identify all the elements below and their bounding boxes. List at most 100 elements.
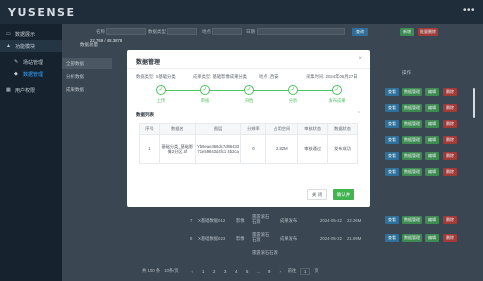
top-bar: YUSENSE ••• bbox=[0, 0, 483, 24]
tab-all-data[interactable]: 全部数据 bbox=[62, 58, 112, 69]
pager-goto-input[interactable]: 1 bbox=[300, 267, 311, 275]
info-date-label: 采集时间: bbox=[306, 74, 325, 79]
file-table: 序号 数据名 图层 分辨率 占用空间 审核状态 数据状态 1 基础分类_基础影像… bbox=[139, 123, 358, 164]
row-place: 雷霆滚石石渡 bbox=[252, 232, 270, 242]
page-ellipsis[interactable]: ... bbox=[255, 268, 262, 275]
data-manage-button[interactable]: 数据管理 bbox=[402, 104, 422, 112]
view-button[interactable]: 查看 bbox=[385, 88, 399, 96]
step-upload: ✓ 上传 bbox=[141, 85, 181, 104]
sidebar-item-permissions[interactable]: ▦ 用户权限 bbox=[0, 84, 62, 96]
app-logo: YUSENSE bbox=[8, 6, 76, 19]
confirm-button[interactable]: 确认并 bbox=[333, 189, 354, 200]
search-button[interactable]: 查询 bbox=[352, 28, 368, 36]
close-icon[interactable]: × bbox=[358, 56, 362, 62]
file-data-status: 发布成功 bbox=[327, 134, 358, 164]
monitor-icon: ▭ bbox=[6, 30, 11, 37]
edit-button[interactable]: 编辑 bbox=[425, 152, 439, 160]
step-archive: ✓ 归档 bbox=[229, 85, 269, 104]
view-button[interactable]: 查看 bbox=[385, 216, 399, 224]
chevron-up-icon[interactable]: ⌃ bbox=[357, 111, 361, 117]
pager-goto-label: 前往 bbox=[287, 268, 297, 273]
view-button[interactable]: 查看 bbox=[385, 136, 399, 144]
delete-button[interactable]: 删除 bbox=[443, 152, 457, 160]
info-place-label: 地点: bbox=[259, 74, 269, 79]
data-manage-button[interactable]: 数据管理 bbox=[402, 234, 422, 242]
row-index: 8 bbox=[190, 236, 193, 241]
view-button[interactable]: 查看 bbox=[385, 234, 399, 242]
batch-delete-button[interactable]: 批量删除 bbox=[418, 28, 438, 36]
col-header: 序号 bbox=[139, 123, 160, 135]
info-place-value: 西安 bbox=[270, 74, 279, 79]
delete-button[interactable]: 删除 bbox=[443, 136, 457, 144]
table-row: 雷霆滚石石渡 bbox=[162, 250, 483, 256]
info-product-type: 成果类型: 基础影像成果分类 bbox=[193, 74, 247, 80]
data-manage-button[interactable]: 数据管理 bbox=[402, 120, 422, 128]
delete-button[interactable]: 删除 bbox=[443, 168, 457, 176]
info-date-value: 2024年05月27日 bbox=[325, 74, 358, 79]
sidebar-item-label: 数据展示 bbox=[15, 31, 36, 38]
view-button[interactable]: 查看 bbox=[385, 168, 399, 176]
page-3[interactable]: 3 bbox=[222, 268, 229, 275]
info-type-value: X基础分类 bbox=[155, 74, 176, 79]
delete-button[interactable]: 删除 bbox=[443, 216, 457, 224]
sidebar-item-modules[interactable]: ▲ 功能模块 bbox=[0, 40, 62, 52]
edit-button[interactable]: 编辑 bbox=[425, 234, 439, 242]
filter-name-input[interactable] bbox=[106, 28, 146, 35]
row-type: 影像 bbox=[236, 236, 245, 241]
view-button[interactable]: 查看 bbox=[385, 104, 399, 112]
data-manage-button[interactable]: 数据管理 bbox=[402, 152, 422, 160]
row-size: 22.36M bbox=[347, 218, 362, 223]
page-2[interactable]: 2 bbox=[211, 268, 218, 275]
edit-button[interactable]: 编辑 bbox=[425, 168, 439, 176]
info-data-type: 数据类型: X基础分类 bbox=[136, 74, 176, 80]
filter-date-range[interactable] bbox=[257, 28, 345, 35]
row-date: 2024-05-22 bbox=[320, 218, 342, 223]
op-column-header: 操作 bbox=[402, 70, 411, 75]
row-size: 21.99M bbox=[347, 236, 362, 241]
data-manage-button[interactable]: 数据管理 bbox=[402, 216, 422, 224]
scrollbar[interactable] bbox=[473, 88, 475, 118]
row-name: X基础数据012 bbox=[198, 218, 226, 223]
col-header: 分辨率 bbox=[240, 123, 267, 135]
delete-button[interactable]: 删除 bbox=[443, 104, 457, 112]
data-manage-button[interactable]: 数据管理 bbox=[402, 88, 422, 96]
step-label: 上传 bbox=[156, 98, 166, 103]
more-menu-icon[interactable]: ••• bbox=[463, 5, 475, 16]
gear-icon: ✎ bbox=[14, 58, 19, 65]
file-resolution: 0 bbox=[240, 134, 267, 164]
view-button[interactable]: 查看 bbox=[385, 120, 399, 128]
edit-button[interactable]: 编辑 bbox=[425, 120, 439, 128]
sidebar-item-label: 场站管理 bbox=[23, 59, 44, 66]
prev-page-icon[interactable]: ‹ bbox=[189, 268, 196, 275]
stat-value: 22.769 / 48.3878 bbox=[90, 37, 123, 43]
col-header: 占用空间 bbox=[265, 123, 299, 135]
filter-type-select[interactable] bbox=[167, 28, 197, 35]
edit-button[interactable]: 编辑 bbox=[425, 136, 439, 144]
close-button[interactable]: 关 闭 bbox=[307, 189, 327, 200]
pager-goto-unit: 页 bbox=[314, 268, 319, 273]
sidebar-item-station[interactable]: ✎ 场站管理 bbox=[0, 56, 62, 68]
row-status: 成果发布 bbox=[280, 236, 298, 241]
sidebar-item-data-display[interactable]: ▭ 数据展示 bbox=[0, 28, 62, 40]
edit-button[interactable]: 编辑 bbox=[425, 104, 439, 112]
pager-size-select[interactable]: 10条/页 bbox=[164, 268, 179, 274]
page-4[interactable]: 4 bbox=[233, 268, 240, 275]
tab-analysis-data[interactable]: 分析数据 bbox=[62, 71, 112, 82]
page-1[interactable]: 1 bbox=[200, 268, 207, 275]
sidebar-item-data-manage[interactable]: ◆ 数据管理 bbox=[0, 68, 62, 80]
file-layer: Yb8eae366dc7d8643371e59843d4fc1 4b2ca bbox=[194, 134, 242, 164]
edit-button[interactable]: 编辑 bbox=[425, 216, 439, 224]
page-5[interactable]: 5 bbox=[244, 268, 251, 275]
delete-button[interactable]: 删除 bbox=[443, 120, 457, 128]
add-button[interactable]: 新增 bbox=[400, 28, 414, 36]
filter-place-select[interactable] bbox=[212, 28, 242, 35]
data-manage-button[interactable]: 数据管理 bbox=[402, 168, 422, 176]
tab-result-data[interactable]: 成果数据 bbox=[62, 84, 112, 95]
page-last[interactable]: 9 bbox=[266, 268, 273, 275]
delete-button[interactable]: 删除 bbox=[443, 234, 457, 242]
data-manage-button[interactable]: 数据管理 bbox=[402, 136, 422, 144]
view-button[interactable]: 查看 bbox=[385, 152, 399, 160]
edit-button[interactable]: 编辑 bbox=[425, 88, 439, 96]
delete-button[interactable]: 删除 bbox=[443, 88, 457, 96]
next-page-icon[interactable]: › bbox=[277, 268, 284, 275]
